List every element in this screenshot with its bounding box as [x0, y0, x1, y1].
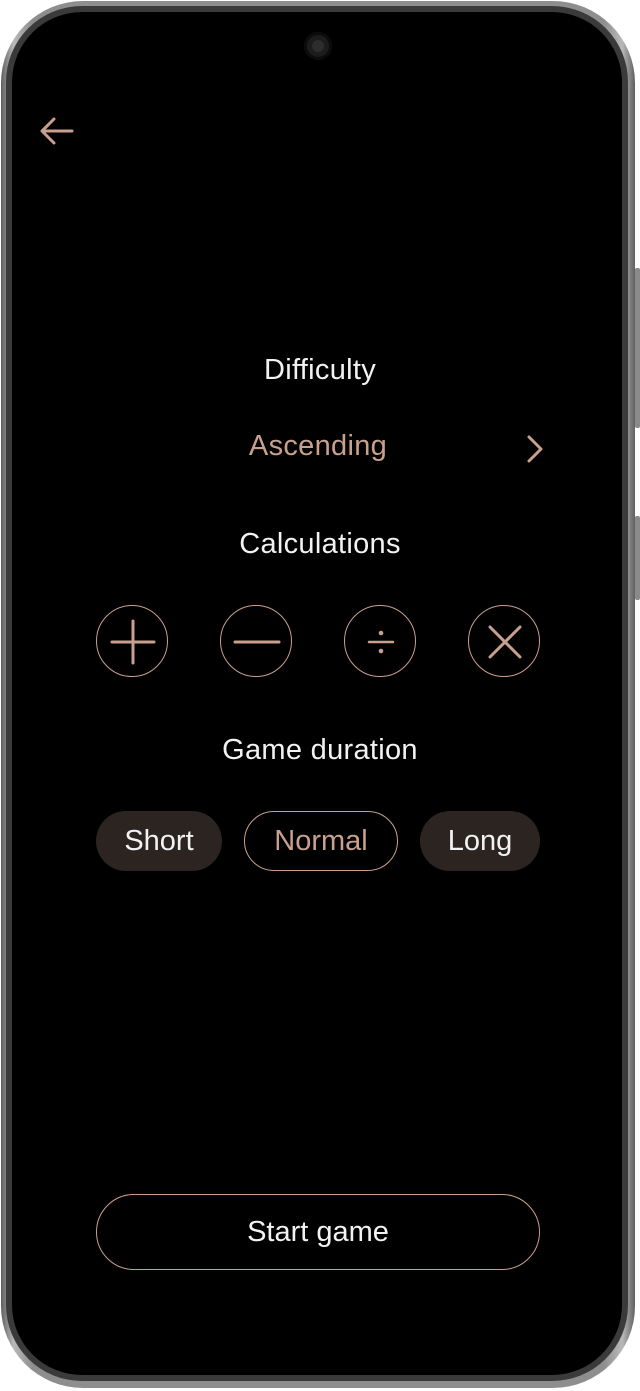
duration-normal-option[interactable]: Normal	[244, 811, 398, 871]
start-game-label: Start game	[247, 1215, 389, 1248]
addition-button[interactable]	[96, 605, 168, 677]
plus-icon	[110, 619, 156, 665]
difficulty-value: Ascending	[248, 430, 388, 462]
front-camera	[304, 32, 332, 60]
back-button[interactable]	[38, 114, 76, 148]
start-game-button[interactable]: Start game	[96, 1194, 540, 1270]
difficulty-label: Difficulty	[263, 354, 377, 386]
difficulty-selector[interactable]: Ascending	[96, 424, 552, 474]
calculations-label: Calculations	[239, 528, 401, 560]
division-button[interactable]	[344, 605, 416, 677]
duration-option-label: Normal	[274, 824, 368, 857]
duration-short-option[interactable]: Short	[96, 811, 222, 871]
volume-button	[635, 268, 640, 428]
phone-device: Difficulty Ascending Calculations Game d…	[0, 0, 640, 1391]
subtraction-button[interactable]	[220, 605, 292, 677]
game-duration-label: Game duration	[222, 734, 418, 766]
duration-option-label: Short	[124, 824, 194, 857]
app-screen	[12, 12, 622, 1375]
divide-icon	[367, 630, 395, 654]
multiplication-button[interactable]	[468, 605, 540, 677]
duration-long-option[interactable]: Long	[420, 811, 540, 871]
duration-option-label: Long	[447, 824, 513, 857]
times-icon	[488, 625, 522, 659]
arrow-left-icon	[40, 117, 74, 145]
chevron-right-icon	[527, 435, 543, 463]
minus-icon	[233, 640, 281, 644]
